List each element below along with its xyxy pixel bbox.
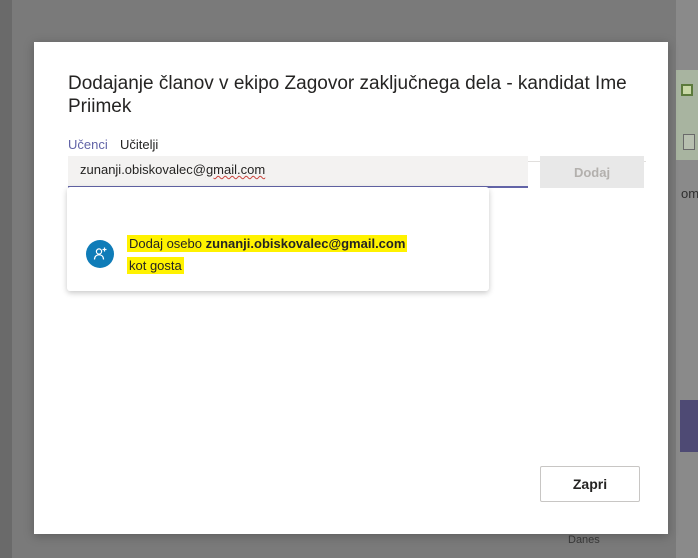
member-search-value: zunanji.obiskovalec@gmail.com: [80, 162, 265, 177]
background-left-strip: [0, 0, 12, 558]
person-add-icon: [93, 247, 107, 260]
add-guest-suggestion-text: Dodaj osebo zunanji.obiskovalec@gmail.co…: [127, 233, 457, 277]
member-search-input[interactable]: zunanji.obiskovalec@gmail.com: [68, 156, 528, 188]
background-checkbox-2: [683, 134, 695, 150]
tab-students[interactable]: Učenci: [68, 137, 108, 158]
search-value-prefix: zunanji.obiskovalec@: [80, 162, 206, 177]
add-guest-suggestion[interactable]: Dodaj osebo zunanji.obiskovalec@gmail.co…: [67, 187, 489, 291]
suggestion-prefix: Dodaj osebo: [129, 236, 206, 251]
tab-teachers[interactable]: Učitelji: [120, 137, 158, 157]
search-value-spellcheck: gmail.com: [205, 162, 266, 177]
background-today-label: Danes: [568, 534, 600, 546]
suggestion-suffix: kot gosta: [127, 257, 184, 274]
background-text-fragment: om: [681, 186, 698, 201]
add-guest-icon: [86, 240, 114, 268]
suggestion-line-1: Dodaj osebo zunanji.obiskovalec@gmail.co…: [127, 235, 408, 252]
background-checkbox-icon: [681, 84, 693, 96]
add-button[interactable]: Dodaj: [540, 156, 644, 188]
suggestion-email: zunanji.obiskovalec@gmail.com: [205, 236, 406, 251]
close-button[interactable]: Zapri: [540, 466, 640, 502]
dialog-title: Dodajanje članov v ekipo Zagovor zaključ…: [68, 73, 627, 117]
add-members-dialog: Dodajanje članov v ekipo Zagovor zaključ…: [34, 42, 668, 534]
background-purple-block: [680, 400, 698, 452]
